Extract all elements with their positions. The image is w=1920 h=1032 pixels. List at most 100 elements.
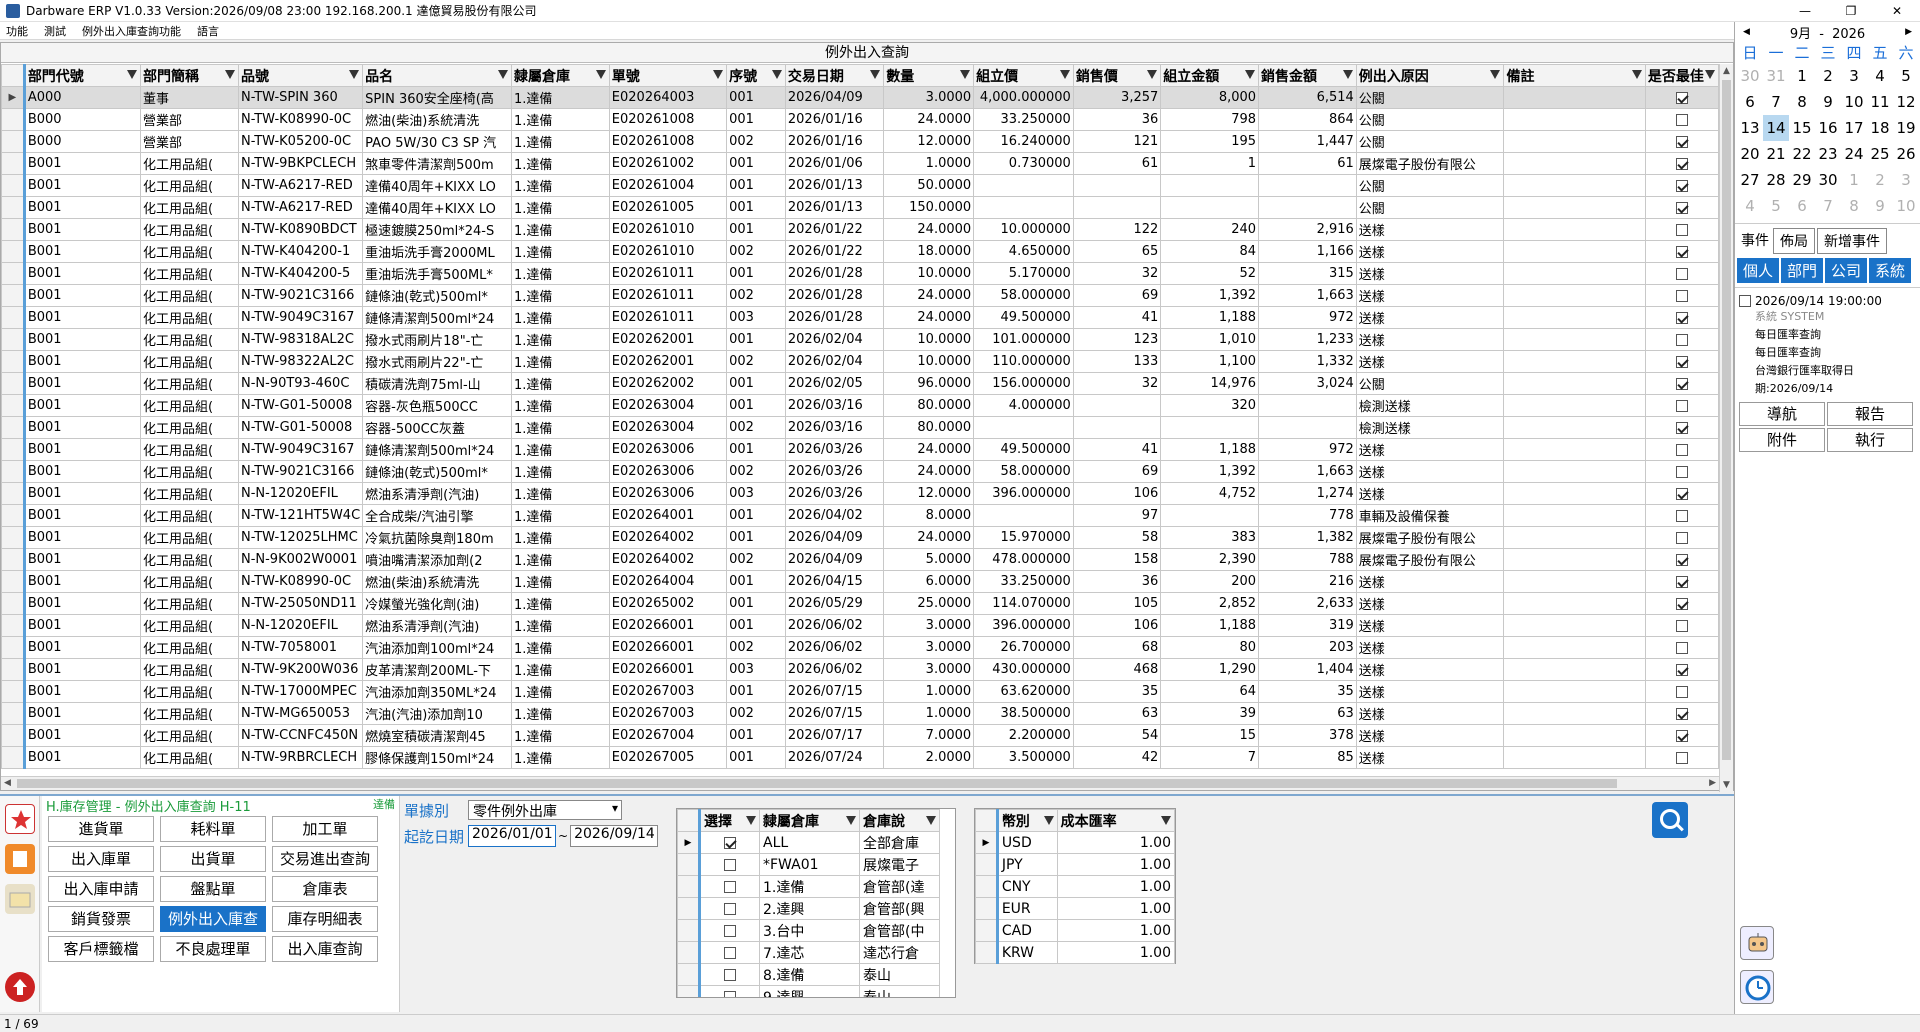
cell-camt[interactable]: 200 [1160,570,1260,593]
search-button[interactable] [1652,802,1688,838]
cell-camt[interactable] [1160,504,1260,527]
warehouse-name[interactable]: 泰山 [859,963,940,986]
cell-qty[interactable]: 24.0000 [883,306,975,329]
row-selector[interactable] [677,853,701,876]
cell-note[interactable] [1503,108,1646,131]
scroll-down-icon[interactable]: ▼ [1723,780,1730,790]
row-selector[interactable] [677,985,701,997]
row-selector[interactable] [1,680,26,703]
cell-seq[interactable]: 001 [726,394,786,417]
cell-reason[interactable]: 送樣 [1355,460,1505,483]
cell-samt[interactable]: 1,274 [1258,482,1357,505]
cell-samt[interactable]: 35 [1258,680,1357,703]
cell-cost[interactable]: 38.500000 [973,702,1074,725]
rate-value[interactable]: 1.00 [1056,831,1176,854]
cell-note[interactable] [1503,702,1646,725]
cell-best[interactable] [1644,108,1719,131]
column-header[interactable]: 銷售價 [1072,64,1162,87]
column-header[interactable]: 品名 [362,64,513,87]
event-item[interactable]: 2026/09/14 19:00:00 系統 SYSTEM 每日匯率查詢 每日匯… [1739,294,1916,396]
column-header[interactable]: 隸屬倉庫 [511,64,610,87]
cell-qty[interactable]: 3.0000 [883,86,975,109]
cell-seq[interactable]: 001 [726,724,786,747]
warehouse-code[interactable]: 9.達興 [759,985,860,997]
cell-qty[interactable]: 8.0000 [883,504,975,527]
cell-samt[interactable]: 972 [1258,306,1357,329]
calendar-day[interactable]: 2 [1815,63,1841,89]
warehouse-row[interactable]: 9.達興 泰山 [677,985,940,997]
warehouse-select-cell[interactable] [699,919,760,942]
cell-item[interactable]: N-TW-K404200-5 [237,262,364,285]
attachment-button[interactable]: 附件 [1739,428,1825,452]
cell-note[interactable] [1503,262,1646,285]
cell-item[interactable]: N-TW-9021C3166 [237,460,364,483]
cell-qty[interactable]: 12.0000 [883,130,975,153]
cell-no[interactable]: E020261010 [608,240,728,263]
execute-button[interactable]: 執行 [1827,428,1913,452]
cell-item[interactable]: N-TW-17000MPEC [237,680,364,703]
row-selector[interactable] [975,897,999,920]
cell-wh[interactable]: 1.達備 [511,438,610,461]
row-checkbox[interactable] [1675,157,1688,170]
cell-camt[interactable]: 1,188 [1160,614,1260,637]
cell-reason[interactable]: 公關 [1355,372,1505,395]
cell-cost[interactable]: 5.170000 [973,262,1074,285]
rate-currency[interactable]: KRW [996,941,1058,964]
calendar-day[interactable]: 2 [1867,167,1893,193]
cell-price[interactable]: 32 [1072,262,1162,285]
cell-seq[interactable]: 002 [726,416,786,439]
cell-camt[interactable]: 1,392 [1160,284,1260,307]
cell-samt[interactable]: 2,916 [1258,218,1357,241]
cell-no[interactable]: E020263006 [608,482,728,505]
cell-qty[interactable]: 18.0000 [883,240,975,263]
row-selector[interactable] [1,592,26,615]
calendar-day[interactable]: 13 [1737,115,1763,141]
cell-note[interactable] [1503,570,1646,593]
row-selector[interactable]: ▶ [677,831,701,854]
row-selector[interactable] [1,372,26,395]
cell-samt[interactable]: 1,663 [1258,460,1357,483]
cell-price[interactable]: 133 [1072,350,1162,373]
cell-price[interactable] [1072,196,1162,219]
cell-seq[interactable]: 001 [726,218,786,241]
grid-vertical-scrollbar[interactable]: ▲ ▼ [1719,64,1733,792]
cell-camt[interactable]: 1,100 [1160,350,1260,373]
table-row[interactable]: B001 化工用品組(N-N-12020EFIL 燃油系清淨劑(汽油) 1.達備 E02… [1,614,1719,637]
cell-cost[interactable]: 3.500000 [973,746,1074,769]
cell-no[interactable]: E020262002 [608,372,728,395]
cell-best[interactable] [1644,218,1719,241]
cell-reason[interactable]: 送樣 [1355,658,1505,681]
filter-icon[interactable] [846,816,856,825]
cell-name[interactable]: 冷氣抗菌除臭劑180m [362,526,513,549]
row-selector[interactable] [1,614,26,637]
cell-note[interactable] [1503,482,1646,505]
row-selector[interactable] [1,570,26,593]
cell-date[interactable]: 2026/06/02 [784,614,885,637]
tab-layout[interactable]: 佈局 [1773,228,1815,254]
cell-camt[interactable]: 320 [1160,394,1260,417]
cell-dept[interactable]: B001 [23,218,142,241]
calendar-day[interactable]: 22 [1789,141,1815,167]
module-button[interactable]: 出入庫申請 [48,876,154,902]
filter-icon[interactable] [926,816,936,825]
cell-wh[interactable]: 1.達備 [511,658,610,681]
filter-company[interactable]: 公司 [1825,258,1868,283]
filter-icon[interactable] [960,70,971,79]
cell-deptname[interactable]: 化工用品組( [140,416,239,439]
warehouse-name[interactable]: 展燦電子 [859,853,940,876]
cell-camt[interactable]: 7 [1160,746,1260,769]
cell-item[interactable]: N-TW-9049C3167 [237,438,364,461]
rate-row[interactable]: KRW 1.00 [975,941,1176,964]
row-checkbox[interactable] [1675,553,1688,566]
cell-best[interactable] [1644,130,1719,153]
cell-name[interactable]: 鏈條油(乾式)500ml* [362,460,513,483]
row-selector[interactable] [1,702,26,725]
cell-deptname[interactable]: 化工用品組( [140,702,239,725]
cell-camt[interactable]: 1,392 [1160,460,1260,483]
cell-camt[interactable] [1160,416,1260,439]
cell-name[interactable]: 重油垢洗手膏2000ML [362,240,513,263]
cell-qty[interactable]: 25.0000 [883,592,975,615]
row-selector[interactable] [1,724,26,747]
filter-icon[interactable] [224,70,235,79]
cell-seq[interactable]: 001 [726,372,786,395]
